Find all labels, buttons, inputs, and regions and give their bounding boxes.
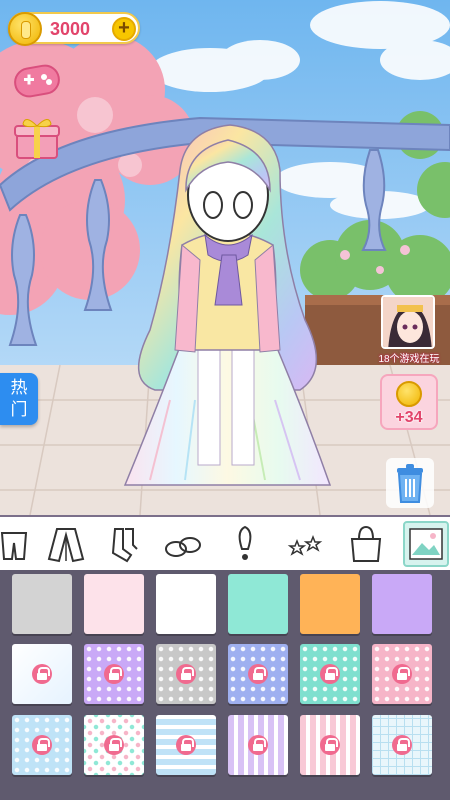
color-swatch[interactable] xyxy=(228,715,288,775)
socks-icon[interactable] xyxy=(101,521,147,567)
color-swatch[interactable] xyxy=(156,574,216,634)
gamepad-icon[interactable] xyxy=(12,58,62,104)
lock-icon xyxy=(320,735,340,755)
color-swatch[interactable] xyxy=(372,715,432,775)
pants-icon[interactable] xyxy=(0,521,42,567)
game-scene: 3000 + 热门 18个游戏在玩 +34 xyxy=(0,0,450,515)
background-icon[interactable] xyxy=(403,521,449,567)
category-toolbar xyxy=(0,515,450,570)
swatch-palette xyxy=(0,570,450,800)
color-swatch[interactable] xyxy=(300,644,360,704)
lock-icon xyxy=(32,735,52,755)
color-swatch[interactable] xyxy=(84,574,144,634)
coin-icon xyxy=(396,381,422,407)
accessory-icon[interactable] xyxy=(222,521,268,567)
bag-icon[interactable] xyxy=(343,521,389,567)
hot-label: 热门 xyxy=(10,378,28,419)
lock-icon xyxy=(104,664,124,684)
color-swatch[interactable] xyxy=(372,574,432,634)
color-swatch[interactable] xyxy=(84,715,144,775)
lock-icon xyxy=(248,664,268,684)
trash-icon xyxy=(397,464,423,503)
color-swatch[interactable] xyxy=(84,644,144,704)
trash-button[interactable] xyxy=(386,458,434,508)
lock-icon xyxy=(392,735,412,755)
game-ad-thumbnail[interactable] xyxy=(381,295,435,349)
coat-icon[interactable] xyxy=(43,521,89,567)
color-swatch[interactable] xyxy=(228,644,288,704)
shoes-icon[interactable] xyxy=(160,521,206,567)
coin-bonus-value: +34 xyxy=(395,409,423,426)
coin-icon xyxy=(8,12,42,46)
color-swatch[interactable] xyxy=(156,644,216,704)
gift-icon[interactable] xyxy=(12,116,62,162)
coin-balance: 3000 + xyxy=(8,12,140,46)
lock-icon xyxy=(104,735,124,755)
lock-icon xyxy=(320,664,340,684)
color-swatch[interactable] xyxy=(372,644,432,704)
coin-amount: 3000 xyxy=(50,19,91,39)
hot-button[interactable]: 热门 xyxy=(0,373,38,425)
game-ad-label: 18个游戏在玩 xyxy=(378,354,440,365)
color-swatch[interactable] xyxy=(12,574,72,634)
lock-icon xyxy=(176,664,196,684)
lock-icon xyxy=(32,664,52,684)
stars-effect-icon[interactable] xyxy=(283,521,329,567)
color-swatch[interactable] xyxy=(228,574,288,634)
color-swatch[interactable] xyxy=(12,644,72,704)
lock-icon xyxy=(392,664,412,684)
color-swatch[interactable] xyxy=(156,715,216,775)
scene-illustration xyxy=(0,0,450,515)
color-swatch[interactable] xyxy=(12,715,72,775)
lock-icon xyxy=(248,735,268,755)
lock-icon xyxy=(176,735,196,755)
add-coins-button[interactable]: + xyxy=(112,17,136,41)
coin-bonus-button[interactable]: +34 xyxy=(380,374,438,430)
color-swatch[interactable] xyxy=(300,574,360,634)
color-swatch[interactable] xyxy=(300,715,360,775)
